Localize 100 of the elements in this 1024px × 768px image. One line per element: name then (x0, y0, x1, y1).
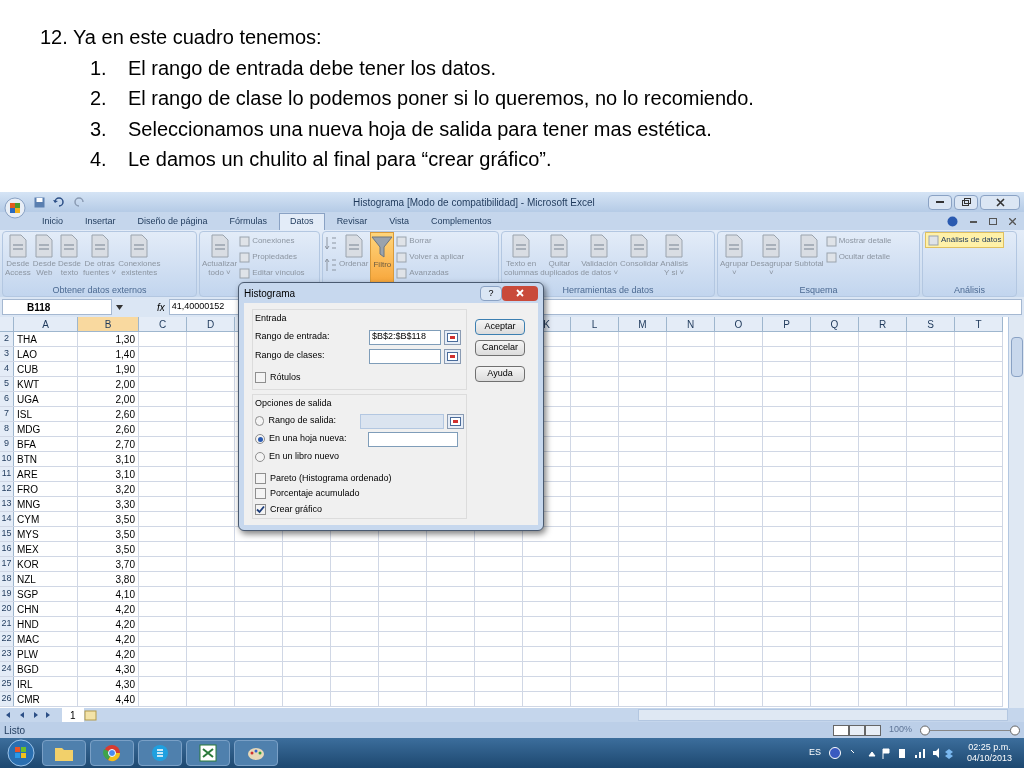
range-field[interactable] (369, 348, 441, 364)
range-field[interactable] (368, 431, 458, 447)
zoom-slider-icon[interactable] (920, 724, 1020, 736)
column-header[interactable]: S (907, 317, 955, 331)
row-header[interactable]: 18 (0, 572, 14, 586)
row-header[interactable]: 14 (0, 512, 14, 526)
clock-date[interactable]: 04/10/2013 (966, 753, 1012, 764)
language-indicator[interactable]: ES (808, 746, 821, 760)
table-cell: KOR (14, 557, 78, 571)
clock-time[interactable]: 02:25 p.m. (968, 742, 1011, 753)
column-header[interactable]: B (78, 317, 139, 331)
dialog-button[interactable]: Ayuda (475, 366, 525, 382)
close-button[interactable] (502, 285, 538, 301)
chat-icon[interactable] (138, 740, 182, 766)
radio-button[interactable] (255, 452, 265, 462)
sheet-tab[interactable]: 1 (62, 708, 84, 722)
restore-button[interactable] (954, 194, 978, 210)
save-icon[interactable] (34, 196, 45, 208)
collapse-range-button[interactable] (447, 413, 464, 429)
row-header[interactable]: 2 (0, 332, 14, 346)
spreadsheet-icon[interactable] (186, 740, 230, 766)
row-header[interactable]: 7 (0, 407, 14, 421)
row-header[interactable]: 16 (0, 542, 14, 556)
small-icon (239, 267, 251, 279)
column-header[interactable]: L (571, 317, 619, 331)
ribbon-tab[interactable]: Fórmulas (219, 213, 278, 230)
minimize-button[interactable] (928, 194, 952, 210)
help-button[interactable]: ? (480, 285, 502, 301)
row-header[interactable]: 22 (0, 632, 14, 646)
row-header[interactable]: 4 (0, 362, 14, 376)
checkbox[interactable] (255, 472, 266, 484)
row-header[interactable]: 9 (0, 437, 14, 451)
row-header[interactable]: 12 (0, 482, 14, 496)
ribbon-tab[interactable]: Insertar (75, 213, 126, 230)
row-header[interactable]: 20 (0, 602, 14, 616)
row-header[interactable]: 10 (0, 452, 14, 466)
radio-button[interactable] (255, 416, 265, 426)
dialog-button[interactable]: Cancelar (475, 340, 525, 356)
table-cell: 2,00 (78, 377, 139, 391)
row-header[interactable]: 23 (0, 647, 14, 661)
ribbon-tab[interactable]: Complementos (421, 213, 502, 230)
column-header[interactable]: T (955, 317, 1003, 331)
row-header[interactable]: 26 (0, 692, 14, 706)
column-header[interactable]: C (139, 317, 187, 331)
ribbon-tab[interactable]: Vista (379, 213, 419, 230)
column-header[interactable]: P (763, 317, 811, 331)
row-header[interactable]: 8 (0, 422, 14, 436)
column-header[interactable]: D (187, 317, 235, 331)
range-field[interactable]: $B$2:$B$118 (369, 329, 441, 345)
office-logo-icon[interactable] (4, 197, 26, 219)
restore-icon[interactable] (989, 218, 997, 225)
row-header[interactable]: 3 (0, 347, 14, 361)
row-header[interactable]: 21 (0, 617, 14, 631)
paint-palette-icon[interactable] (234, 740, 278, 766)
collapse-range-button[interactable] (444, 329, 461, 345)
table-cell: ARE (14, 467, 78, 481)
row-header[interactable]: 6 (0, 392, 14, 406)
checkbox[interactable] (255, 488, 266, 500)
folder-icon[interactable] (42, 740, 86, 766)
radio-button[interactable] (255, 434, 265, 444)
checkbox[interactable] (255, 503, 266, 515)
row-header[interactable]: 17 (0, 557, 14, 571)
name-box[interactable]: B118 (2, 299, 112, 315)
minimize-icon (936, 201, 944, 203)
ribbon-tab[interactable]: Diseño de página (127, 213, 218, 230)
collapse-range-button[interactable] (444, 348, 461, 364)
range-field[interactable] (360, 413, 444, 429)
function-button[interactable]: fx (157, 299, 165, 315)
browser-icon[interactable] (90, 740, 134, 766)
table-cell: 4,10 (78, 587, 139, 601)
formula-value[interactable]: 41,40000152 (171, 300, 225, 314)
row-header[interactable]: 19 (0, 587, 14, 601)
row-header[interactable]: 5 (0, 377, 14, 391)
row-header[interactable]: 11 (0, 467, 14, 481)
ribbon-tab[interactable]: Inicio (32, 213, 73, 230)
column-header[interactable]: R (859, 317, 907, 331)
ribbon-tab[interactable]: Datos (279, 213, 325, 230)
ribbon-tab[interactable]: Revisar (326, 213, 378, 230)
row-header[interactable]: 13 (0, 497, 14, 511)
checkbox[interactable] (255, 371, 266, 383)
close-button[interactable] (980, 194, 1020, 210)
column-header[interactable]: N (667, 317, 715, 331)
column-header[interactable]: Q (811, 317, 859, 331)
minimize-icon[interactable] (970, 220, 977, 223)
column-header[interactable]: M (619, 317, 667, 331)
vertical-scrollbar[interactable] (1008, 317, 1024, 708)
radio-label: En una hoja nueva: (269, 432, 348, 446)
undo-icon[interactable] (53, 197, 65, 207)
ribbon-button[interactable]: Filtro (370, 232, 395, 284)
horizontal-scrollbar[interactable] (637, 709, 1008, 721)
dropdown-arrow-icon[interactable] (116, 304, 123, 310)
view-buttons-icon[interactable] (832, 724, 881, 736)
row-header[interactable]: 24 (0, 662, 14, 676)
row-header[interactable]: 25 (0, 677, 14, 691)
dialog-button[interactable]: Aceptar (475, 319, 525, 335)
row-header[interactable]: 15 (0, 527, 14, 541)
close-icon[interactable] (1009, 218, 1016, 225)
ribbon-button[interactable]: Análisis de datos (925, 232, 1005, 248)
start-button-icon[interactable] (4, 739, 38, 767)
column-header[interactable]: O (715, 317, 763, 331)
